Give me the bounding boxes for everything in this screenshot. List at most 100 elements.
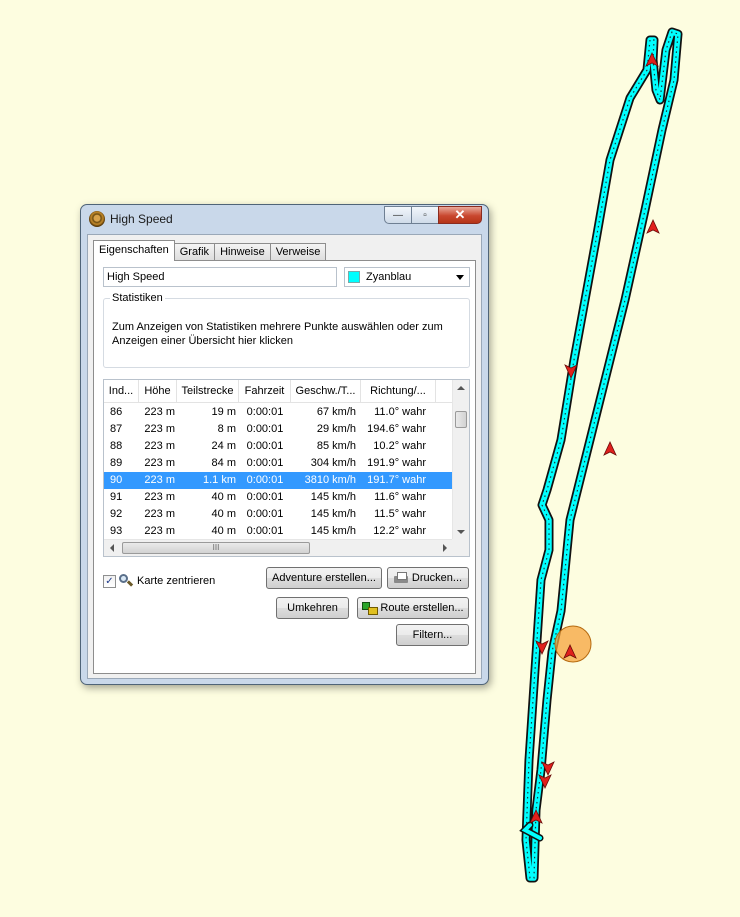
cell-altitude: 223 m xyxy=(144,525,175,537)
table-header: Ind... Höhe Teilstrecke Fahrzeit Geschw.… xyxy=(104,380,453,403)
scroll-left-icon[interactable] xyxy=(110,544,114,552)
tab-grafik[interactable]: Grafik xyxy=(173,243,216,261)
magnifier-icon xyxy=(118,574,134,588)
cell-segment: 84 m xyxy=(211,457,236,469)
column-header-index[interactable]: Ind... xyxy=(104,380,139,402)
window-client: Eigenschaften Grafik Hinweise Verweise H… xyxy=(87,234,482,679)
table-row[interactable]: 93 223 m 40 m 0:00:01 145 km/h 12.2° wahr xyxy=(104,523,453,540)
cell-direction: 11.6° wahr xyxy=(374,491,426,503)
create-adventure-label: Adventure erstellen... xyxy=(272,572,376,584)
center-map-checkbox[interactable]: ✓ xyxy=(103,574,116,588)
statistics-group[interactable]: Statistiken Zum Anzeigen von Statistiken… xyxy=(103,292,470,368)
cell-time: 0:00:01 xyxy=(246,491,284,503)
table-row[interactable]: 90 223 m 1.1 km 0:00:01 3810 km/h 191.7° wahr xyxy=(104,472,453,489)
trackpoint-table[interactable]: Ind... Höhe Teilstrecke Fahrzeit Geschw.… xyxy=(103,379,470,557)
track-name-input[interactable]: High Speed xyxy=(103,267,337,287)
cell-index: 89 xyxy=(110,457,123,469)
direction-arrow-icon xyxy=(646,219,660,234)
cell-index: 93 xyxy=(110,525,123,537)
cell-direction: 191.7° wahr xyxy=(367,474,426,486)
cell-altitude: 223 m xyxy=(144,440,175,452)
cell-direction: 12.2° wahr xyxy=(373,525,426,537)
column-header-altitude[interactable]: Höhe xyxy=(139,380,177,402)
cell-speed: 145 km/h xyxy=(310,508,356,520)
cell-direction: 10.2° wahr xyxy=(373,440,426,452)
statistics-label: Statistiken xyxy=(110,292,165,304)
create-route-label: Route erstellen... xyxy=(380,602,464,614)
minimize-button[interactable]: — xyxy=(384,206,411,224)
create-adventure-button[interactable]: Adventure erstellen... xyxy=(266,567,382,589)
print-button[interactable]: Drucken... xyxy=(387,567,469,589)
center-map-label[interactable]: Karte zentrieren xyxy=(137,575,215,587)
create-route-button[interactable]: Route erstellen... xyxy=(357,597,469,619)
statistics-text: Zum Anzeigen von Statistiken mehrere Pun… xyxy=(112,321,443,347)
cell-time: 0:00:01 xyxy=(246,440,284,452)
cell-segment: 8 m xyxy=(217,423,236,435)
route-icon xyxy=(362,602,379,615)
cell-altitude: 223 m xyxy=(144,508,175,520)
scroll-up-icon[interactable] xyxy=(457,386,465,390)
tab-hinweise[interactable]: Hinweise xyxy=(214,243,271,261)
cell-time: 0:00:01 xyxy=(246,508,284,520)
column-header-direction[interactable]: Richtung/... xyxy=(361,380,436,402)
color-dropdown[interactable]: Zyanblau xyxy=(344,267,470,287)
track-properties-window: High Speed — ▫ ✕ Eigenschaften Grafik Hi… xyxy=(80,204,489,685)
cell-speed: 145 km/h xyxy=(310,525,356,537)
horizontal-scroll-thumb[interactable]: III xyxy=(122,542,310,554)
cell-altitude: 223 m xyxy=(144,406,175,418)
cell-direction: 11.5° wahr xyxy=(374,508,426,520)
scrollbar-corner xyxy=(452,539,469,556)
cell-index: 88 xyxy=(110,440,123,452)
tab-eigenschaften[interactable]: Eigenschaften xyxy=(93,240,175,261)
maximize-button[interactable]: ▫ xyxy=(411,206,438,224)
column-header-speed[interactable]: Geschw./T... xyxy=(291,380,361,402)
filter-button[interactable]: Filtern... xyxy=(396,624,469,646)
cell-altitude: 223 m xyxy=(144,423,175,435)
column-header-time[interactable]: Fahrzeit xyxy=(239,380,291,402)
table-body: 86 223 m 19 m 0:00:01 67 km/h 11.0° wahr 87 223… xyxy=(104,404,453,556)
cell-speed: 85 km/h xyxy=(316,440,356,452)
scroll-down-icon[interactable] xyxy=(457,530,465,534)
reverse-button[interactable]: Umkehren xyxy=(276,597,349,619)
horizontal-scrollbar[interactable]: III xyxy=(104,539,453,556)
cell-direction: 194.6° wahr xyxy=(367,423,426,435)
cell-segment: 40 m xyxy=(211,508,236,520)
title-bar[interactable]: High Speed — ▫ ✕ xyxy=(81,205,488,233)
cell-segment: 40 m xyxy=(211,491,236,503)
cell-speed: 67 km/h xyxy=(316,406,356,418)
scroll-right-icon[interactable] xyxy=(443,544,447,552)
app-icon xyxy=(89,211,105,227)
cell-altitude: 223 m xyxy=(144,457,175,469)
cell-time: 0:00:01 xyxy=(246,406,284,418)
track-line[interactable] xyxy=(521,27,683,883)
printer-icon xyxy=(393,572,408,584)
table-row[interactable]: 88 223 m 24 m 0:00:01 85 km/h 10.2° wahr xyxy=(104,438,453,455)
close-button[interactable]: ✕ xyxy=(438,206,482,224)
window-title: High Speed xyxy=(110,212,173,226)
properties-panel: High Speed Zyanblau Statistiken Zum Anze… xyxy=(93,260,476,674)
vertical-scrollbar[interactable] xyxy=(452,380,469,540)
reverse-label: Umkehren xyxy=(287,602,338,614)
cell-index: 86 xyxy=(110,406,123,418)
table-row[interactable]: 89 223 m 84 m 0:00:01 304 km/h 191.9° wahr xyxy=(104,455,453,472)
close-icon: ✕ xyxy=(454,207,466,222)
column-header-segment[interactable]: Teilstrecke xyxy=(177,380,239,402)
table-row[interactable]: 91 223 m 40 m 0:00:01 145 km/h 11.6° wahr xyxy=(104,489,453,506)
cell-time: 0:00:01 xyxy=(246,423,284,435)
cell-segment: 1.1 km xyxy=(202,474,236,486)
cell-segment: 40 m xyxy=(211,525,236,537)
chevron-down-icon xyxy=(456,275,464,280)
table-row[interactable]: 87 223 m 8 m 0:00:01 29 km/h 194.6° wahr xyxy=(104,421,453,438)
tab-strip: Eigenschaften Grafik Hinweise Verweise xyxy=(93,240,327,261)
tab-verweise[interactable]: Verweise xyxy=(269,243,327,261)
color-dropdown-value: Zyanblau xyxy=(366,271,412,283)
maximize-icon: ▫ xyxy=(423,209,427,221)
direction-arrow-icon xyxy=(603,441,617,456)
table-row[interactable]: 92 223 m 40 m 0:00:01 145 km/h 11.5° wahr xyxy=(104,506,453,523)
cell-speed: 29 km/h xyxy=(316,423,356,435)
vertical-scroll-thumb[interactable] xyxy=(455,411,467,428)
cell-time: 0:00:01 xyxy=(246,457,284,469)
center-map-option[interactable]: ✓ Karte zentrieren xyxy=(103,574,215,588)
cell-index: 91 xyxy=(110,491,123,503)
table-row[interactable]: 86 223 m 19 m 0:00:01 67 km/h 11.0° wahr xyxy=(104,404,453,421)
